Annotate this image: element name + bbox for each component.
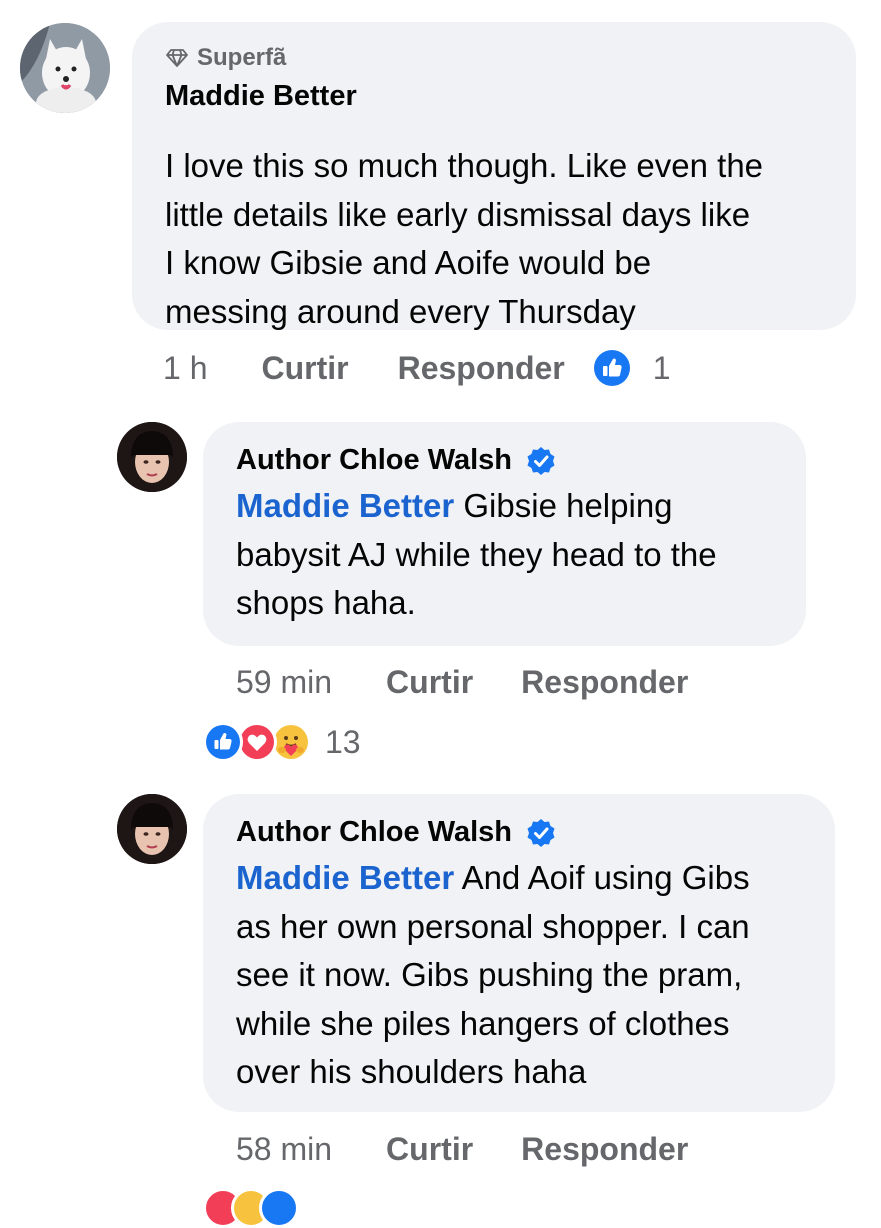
like-button[interactable]: Curtir	[261, 350, 348, 387]
love-reaction-icon	[237, 722, 277, 762]
reply-button[interactable]: Responder	[521, 664, 688, 701]
superfan-badge: Superfã	[165, 44, 286, 72]
comment-timestamp[interactable]: 1 h	[163, 350, 207, 387]
avatar-maddie-better[interactable]	[20, 23, 110, 113]
reaction-summary-partial[interactable]	[203, 1188, 299, 1228]
comment-author[interactable]: Maddie Better	[165, 80, 357, 113]
comment-author[interactable]: Author Chloe Walsh	[236, 444, 556, 477]
like-button[interactable]: Curtir	[386, 664, 473, 701]
comment-actions: 1 h Curtir Responder 1	[163, 349, 671, 387]
reaction-count[interactable]: 1	[653, 350, 671, 387]
diamond-icon	[166, 49, 188, 67]
like-reaction-icon	[203, 722, 243, 762]
reaction-summary[interactable]: 13	[203, 722, 361, 762]
comment-actions: 58 min Curtir Responder	[236, 1131, 688, 1168]
reply-bubble: Author Chloe Walsh Maddie Better And Aoi…	[203, 794, 835, 1112]
like-button[interactable]: Curtir	[386, 1131, 473, 1168]
comment-timestamp[interactable]: 58 min	[236, 1131, 332, 1168]
like-reaction-icon	[259, 1188, 299, 1228]
mention-link[interactable]: Maddie Better	[236, 487, 454, 524]
care-reaction-icon	[271, 722, 311, 762]
verified-badge-icon	[527, 818, 555, 847]
avatar-chloe-walsh[interactable]	[117, 794, 187, 864]
comment-text: Maddie Better And Aoif using Gibs as her…	[236, 859, 750, 1090]
badge-label: Superfã	[197, 44, 287, 71]
comment-actions: 59 min Curtir Responder	[236, 664, 688, 701]
like-reaction-icon[interactable]	[593, 349, 631, 387]
reply-button[interactable]: Responder	[521, 1131, 688, 1168]
comment-text: I love this so much though. Like even th…	[165, 147, 764, 330]
reaction-count: 13	[325, 723, 361, 760]
reply-button[interactable]: Responder	[398, 350, 565, 387]
comment-text: Maddie Better Gibsie helping babysit AJ …	[236, 487, 717, 621]
comment-timestamp[interactable]: 59 min	[236, 664, 332, 701]
mention-link[interactable]: Maddie Better	[236, 859, 454, 896]
comment-bubble: Superfã Maddie Better I love this so muc…	[132, 22, 856, 330]
avatar-chloe-walsh[interactable]	[117, 422, 187, 492]
verified-badge-icon	[527, 446, 555, 475]
reply-bubble: Author Chloe Walsh Maddie Better Gibsie …	[203, 422, 806, 646]
comment-author[interactable]: Author Chloe Walsh	[236, 816, 556, 849]
